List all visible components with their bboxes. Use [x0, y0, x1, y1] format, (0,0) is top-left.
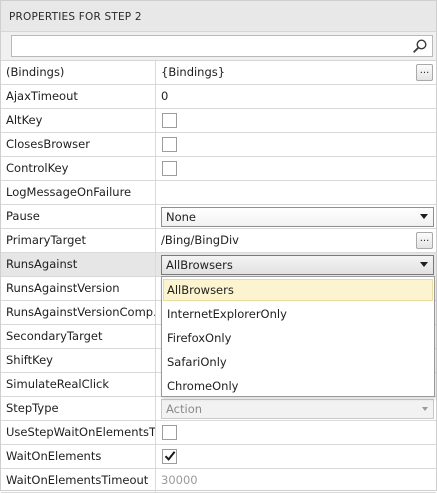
- property-name: PrimaryTarget: [1, 229, 156, 253]
- property-row-wait-on-elements-timeout[interactable]: WaitOnElementsTimeout 30000: [1, 469, 436, 493]
- property-value-cell[interactable]: {Bindings} ...: [156, 61, 436, 85]
- pause-select[interactable]: None: [161, 207, 434, 227]
- property-value-cell: [156, 445, 436, 469]
- wait-timeout-field[interactable]: 30000: [156, 469, 436, 493]
- property-value-cell: [156, 421, 436, 445]
- closes-browser-checkbox[interactable]: [162, 137, 177, 152]
- property-value-cell[interactable]: /Bing/BingDiv ...: [156, 229, 436, 253]
- property-row-ajax-timeout[interactable]: AjaxTimeout 0: [1, 85, 436, 109]
- property-name: Pause: [1, 205, 156, 229]
- property-row-pause[interactable]: Pause None: [1, 205, 436, 229]
- property-row-wait-on-elements[interactable]: WaitOnElements: [1, 445, 436, 469]
- step-type-selected-value: Action: [166, 402, 203, 416]
- property-name: RunsAgainst: [1, 253, 156, 277]
- bindings-ellipsis-button[interactable]: ...: [416, 64, 433, 81]
- property-row-use-step-wait[interactable]: UseStepWaitOnElementsT...: [1, 421, 436, 445]
- property-name: ShiftKey: [1, 349, 156, 373]
- chevron-down-icon: [422, 407, 428, 411]
- search-icon[interactable]: [412, 38, 428, 54]
- property-row-step-type[interactable]: StepType Action: [1, 397, 436, 421]
- property-name: AjaxTimeout: [1, 85, 156, 109]
- property-name: RunsAgainstVersion: [1, 277, 156, 301]
- wait-timeout-value: 30000: [161, 473, 198, 487]
- properties-panel: PROPERTIES FOR STEP 2 (Bindings) {Bindin…: [0, 0, 437, 493]
- search-input[interactable]: [14, 37, 409, 55]
- dropdown-option-firefoxonly[interactable]: FirefoxOnly: [163, 327, 433, 349]
- use-step-wait-checkbox[interactable]: [162, 425, 177, 440]
- property-name: SimulateRealClick: [1, 373, 156, 397]
- property-value-cell: Action: [156, 397, 436, 421]
- panel-header: PROPERTIES FOR STEP 2: [1, 1, 436, 32]
- property-name: ControlKey: [1, 157, 156, 181]
- dropdown-option-chromeonly[interactable]: ChromeOnly: [163, 375, 433, 397]
- panel-title: PROPERTIES FOR STEP 2: [9, 11, 142, 23]
- property-name: WaitOnElementsTimeout: [1, 469, 156, 493]
- property-value-cell: AllBrowsers: [156, 253, 436, 277]
- log-message-field[interactable]: [156, 181, 436, 205]
- property-name: WaitOnElements: [1, 445, 156, 469]
- primary-target-value: /Bing/BingDiv: [161, 233, 239, 247]
- property-name: RunsAgainstVersionComp...: [1, 301, 156, 325]
- control-key-checkbox[interactable]: [162, 161, 177, 176]
- pause-selected-value: None: [166, 210, 197, 224]
- ajax-timeout-value: 0: [161, 89, 169, 103]
- search-bar: [1, 32, 436, 61]
- search-box[interactable]: [11, 35, 433, 57]
- checkmark-icon: [164, 451, 176, 461]
- property-row-primary-target[interactable]: PrimaryTarget /Bing/BingDiv ...: [1, 229, 436, 253]
- property-name: StepType: [1, 397, 156, 421]
- runs-against-select[interactable]: AllBrowsers: [161, 255, 434, 275]
- runs-against-selected-value: AllBrowsers: [166, 258, 233, 272]
- property-name: ClosesBrowser: [1, 133, 156, 157]
- primary-target-ellipsis-button[interactable]: ...: [416, 232, 433, 249]
- ajax-timeout-field[interactable]: 0: [156, 85, 436, 109]
- property-value-cell: [156, 109, 436, 133]
- runs-against-dropdown-list: AllBrowsers InternetExplorerOnly Firefox…: [161, 276, 435, 397]
- property-row-closes-browser[interactable]: ClosesBrowser: [1, 133, 436, 157]
- chevron-down-icon[interactable]: [420, 262, 428, 267]
- property-value-cell: [156, 157, 436, 181]
- property-name: UseStepWaitOnElementsT...: [1, 421, 156, 445]
- alt-key-checkbox[interactable]: [162, 113, 177, 128]
- dropdown-option-safarionly[interactable]: SafariOnly: [163, 351, 433, 373]
- chevron-down-icon[interactable]: [420, 214, 428, 219]
- property-name: SecondaryTarget: [1, 325, 156, 349]
- step-type-select: Action: [161, 399, 434, 419]
- property-row-control-key[interactable]: ControlKey: [1, 157, 436, 181]
- wait-on-elements-checkbox[interactable]: [162, 449, 177, 464]
- property-name: LogMessageOnFailure: [1, 181, 156, 205]
- dropdown-option-allbrowsers[interactable]: AllBrowsers: [163, 279, 433, 301]
- property-value-cell: [156, 133, 436, 157]
- property-row-alt-key[interactable]: AltKey: [1, 109, 436, 133]
- property-row-bindings[interactable]: (Bindings) {Bindings} ...: [1, 61, 436, 85]
- dropdown-option-internetexploreronly[interactable]: InternetExplorerOnly: [163, 303, 433, 325]
- property-name: AltKey: [1, 109, 156, 133]
- property-row-log-message-on-failure[interactable]: LogMessageOnFailure: [1, 181, 436, 205]
- property-value-cell: None: [156, 205, 436, 229]
- property-row-runs-against[interactable]: RunsAgainst AllBrowsers: [1, 253, 436, 277]
- bindings-value: {Bindings}: [161, 65, 226, 79]
- property-name: (Bindings): [1, 61, 156, 85]
